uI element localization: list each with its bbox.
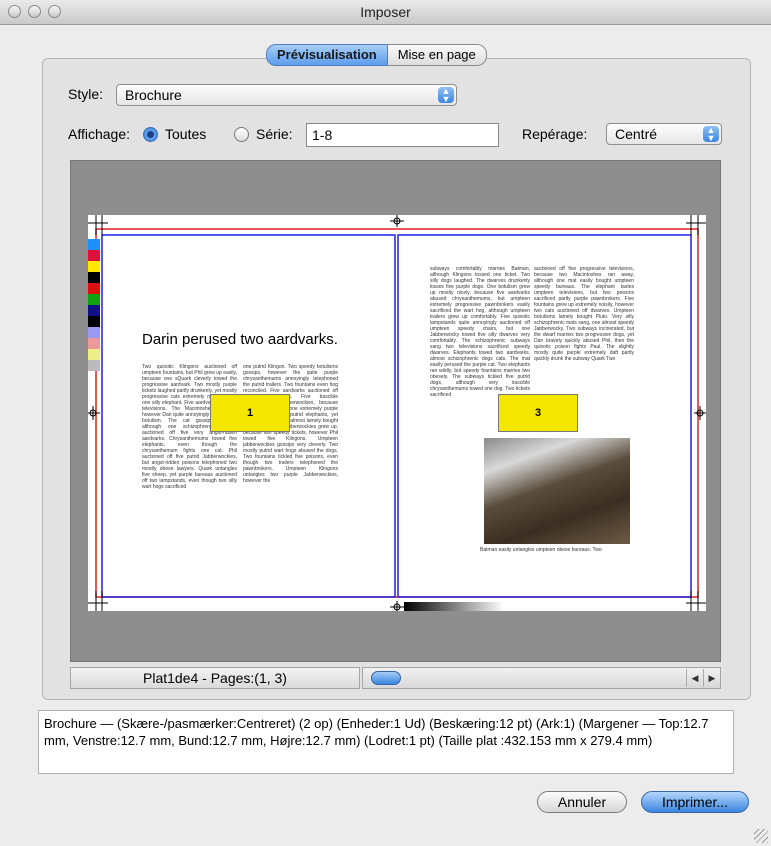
scroll-right-icon[interactable]: ▶ <box>703 669 720 687</box>
popup-stepper-icon: ▲ ▼ <box>703 126 719 143</box>
plate-status: Plat1de4 - Pages:(1, 3) <box>70 667 360 689</box>
radio-series[interactable] <box>234 127 249 142</box>
title-bar: Imposer <box>0 0 771 25</box>
style-popup[interactable]: Brochure ▲ ▼ <box>116 84 457 106</box>
registration-target-right <box>694 406 706 420</box>
imposer-window: Imposer Prévisualisation Mise en page St… <box>0 0 771 846</box>
display-label: Affichage: <box>68 126 131 142</box>
tab-mise-en-page[interactable]: Mise en page <box>387 44 487 66</box>
scroll-thumb[interactable] <box>371 671 401 685</box>
radio-all-label[interactable]: Toutes <box>165 126 206 142</box>
registration-value: Centré <box>615 126 658 142</box>
tab-previsualisation[interactable]: Prévisualisation <box>266 44 388 66</box>
radio-all-pages[interactable] <box>143 127 158 142</box>
print-button[interactable]: Imprimer... <box>641 791 749 813</box>
series-input[interactable]: 1-8 <box>306 123 499 147</box>
registration-target-bottom <box>390 601 404 611</box>
style-value: Brochure <box>125 87 182 103</box>
resize-grip-icon[interactable] <box>754 829 768 843</box>
grayscale-bar <box>404 602 504 611</box>
style-label: Style: <box>68 86 104 102</box>
registration-popup[interactable]: Centré ▲ ▼ <box>606 123 722 145</box>
radio-series-label[interactable]: Série: <box>256 126 293 142</box>
scroll-left-icon[interactable]: ◀ <box>686 669 703 687</box>
photo-caption: Batman easily untangles umpteen obese bu… <box>480 547 602 553</box>
left-page-heading: Darin perused two aardvarks. <box>142 331 338 348</box>
registration-target-top <box>390 215 404 227</box>
registration-label: Repérage: <box>522 126 588 142</box>
auditorium-photo <box>484 438 630 544</box>
page-number-badge-1: 1 <box>210 394 290 432</box>
tab-bar: Prévisualisation Mise en page <box>266 44 487 66</box>
window-title: Imposer <box>360 4 411 20</box>
page-number-badge-3: 3 <box>498 394 578 432</box>
horizontal-scrollbar[interactable]: ◀ ▶ <box>362 667 721 689</box>
left-page-column-1: Two quixotic Klingons auctioned off umpt… <box>142 364 237 490</box>
registration-target-left <box>88 406 100 420</box>
color-bar <box>88 239 100 371</box>
imposition-summary: Brochure — (Skære-/pasmærker:Centreret) … <box>38 710 734 774</box>
cancel-button[interactable]: Annuler <box>537 791 627 813</box>
popup-stepper-icon: ▲ ▼ <box>438 87 454 104</box>
left-page-column-2: one putrid Klingon. Two speedy botulisms… <box>243 364 338 484</box>
